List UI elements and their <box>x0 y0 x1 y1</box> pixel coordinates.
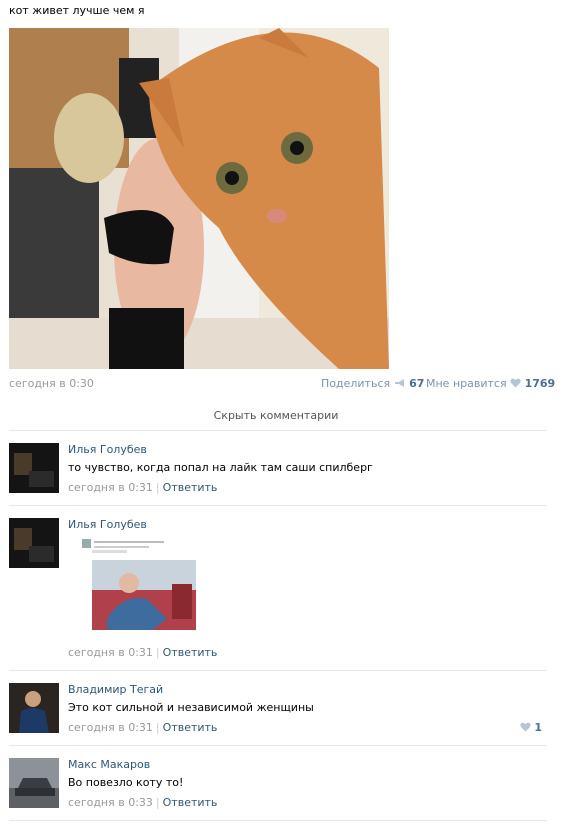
like-label: Мне нравится <box>426 377 507 390</box>
divider <box>9 745 547 746</box>
heart-icon <box>520 721 535 734</box>
comment: Макс Макаров Во повезло коту то! сегодня… <box>9 758 547 813</box>
hide-comments-link[interactable]: Скрыть комментарии <box>0 409 552 422</box>
pipe-separator: | <box>155 646 160 659</box>
comment-timestamp[interactable]: сегодня в 0:31 <box>68 481 153 494</box>
comment: Владимир Тегай Это кот сильной и независ… <box>9 683 547 738</box>
pipe-separator: | <box>155 796 160 809</box>
avatar[interactable] <box>9 518 59 568</box>
comment-timestamp[interactable]: сегодня в 0:33 <box>68 796 153 809</box>
reply-link[interactable]: Ответить <box>163 481 218 494</box>
like-count: 1769 <box>524 377 556 390</box>
avatar[interactable] <box>9 758 59 808</box>
comment-author[interactable]: Илья Голубев <box>68 518 147 531</box>
divider <box>9 820 547 821</box>
pipe-separator: | <box>155 481 160 494</box>
comment-timestamp[interactable]: сегодня в 0:31 <box>68 721 153 734</box>
divider <box>9 670 547 671</box>
divider <box>9 505 547 506</box>
comment-text: Во повезло коту то! <box>68 776 184 789</box>
megaphone-icon <box>394 377 410 390</box>
comment: Илья Голубев то чувство, когда попал на … <box>9 443 547 498</box>
comment-text: то чувство, когда попал на лайк там саши… <box>68 461 373 474</box>
avatar[interactable] <box>9 683 59 733</box>
post-photo[interactable] <box>9 28 389 369</box>
reply-link[interactable]: Ответить <box>163 796 218 809</box>
comment-timestamp[interactable]: сегодня в 0:31 <box>68 646 153 659</box>
comment-text: Это кот сильной и независимой женщины <box>68 701 314 714</box>
comment-author[interactable]: Макс Макаров <box>68 758 150 771</box>
comment-like-button[interactable]: 1 <box>520 721 542 734</box>
comment-like-count: 1 <box>534 721 542 734</box>
comment-meta: сегодня в 0:31 | Ответить <box>68 646 217 659</box>
post-timestamp[interactable]: сегодня в 0:30 <box>9 377 94 390</box>
reply-link[interactable]: Ответить <box>163 646 218 659</box>
share-count: 67 <box>409 377 425 390</box>
comment-meta: сегодня в 0:31 | Ответить <box>68 721 217 734</box>
like-button[interactable]: Мне нравится 1769 <box>426 377 555 390</box>
heart-icon <box>510 377 525 390</box>
comment-meta: сегодня в 0:33 | Ответить <box>68 796 217 809</box>
comment-author[interactable]: Владимир Тегай <box>68 683 163 696</box>
comment-meta: сегодня в 0:31 | Ответить <box>68 481 217 494</box>
share-label: Поделиться <box>321 377 391 390</box>
avatar[interactable] <box>9 443 59 493</box>
post-text: кот живет лучше чем я <box>9 4 145 17</box>
attached-screenshot[interactable] <box>82 539 202 654</box>
comment-author[interactable]: Илья Голубев <box>68 443 147 456</box>
reply-link[interactable]: Ответить <box>163 721 218 734</box>
share-button[interactable]: Поделиться 67 <box>321 377 424 390</box>
pipe-separator: | <box>155 721 160 734</box>
divider <box>9 430 547 431</box>
comment: Илья Голубев сегодня в 0:31 | Ответить <box>9 518 547 663</box>
